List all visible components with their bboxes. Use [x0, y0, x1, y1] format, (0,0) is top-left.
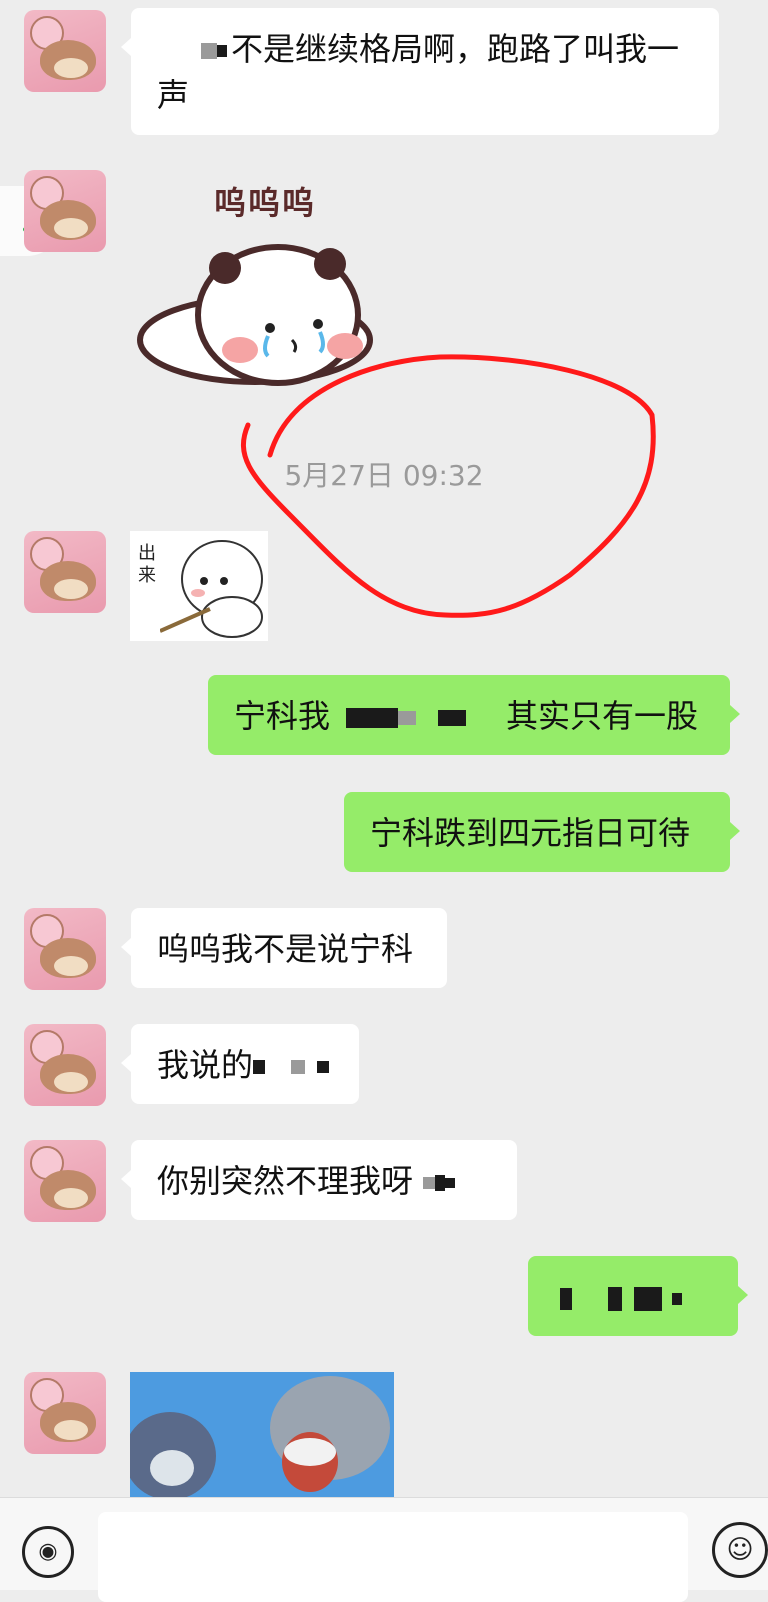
message-text: 宁科跌到四元指日可待: [370, 814, 691, 852]
message-input[interactable]: [98, 1512, 688, 1602]
sticker-caption: 呜呜呜: [214, 184, 317, 222]
sticker-caption: 出来: [138, 543, 156, 586]
bear-sticker[interactable]: 出来: [130, 531, 268, 641]
emoji-icon: ☺: [726, 1535, 754, 1565]
avatar[interactable]: [24, 1024, 106, 1106]
message-bubble[interactable]: 宁科跌到四元指日可待: [344, 792, 740, 872]
voice-button[interactable]: ◉: [22, 1526, 74, 1578]
message-bubble[interactable]: 呜呜我不是说宁科: [121, 908, 447, 988]
message-bubble[interactable]: 宁科我 其实只有一股: [208, 675, 740, 755]
emoji-button[interactable]: ☺: [712, 1522, 768, 1578]
message-text: 呜呜我不是说宁科: [157, 930, 414, 968]
message-bubble[interactable]: [528, 1256, 748, 1336]
voice-icon: ◉: [38, 1539, 58, 1564]
avatar[interactable]: [24, 170, 106, 252]
message-text: 不是继续格局啊，跑路了叫我一声: [157, 30, 680, 114]
red-circle-annotation: [241, 354, 656, 618]
avatar[interactable]: [24, 1140, 106, 1222]
message-text: 其实只有一股: [506, 697, 699, 735]
avatar[interactable]: [24, 10, 106, 92]
chat-input-bar: ◉ ☺: [0, 1497, 768, 1602]
message-text: 宁科我: [234, 697, 331, 735]
message-bubble[interactable]: 不是继续格局啊，跑路了叫我一声: [121, 8, 719, 135]
avatar[interactable]: [24, 531, 106, 613]
avatar[interactable]: [24, 908, 106, 990]
message-bubble[interactable]: 你别突然不理我呀: [121, 1140, 517, 1220]
cartoon-image[interactable]: [130, 1372, 394, 1500]
avatar[interactable]: [24, 1372, 106, 1454]
message-text: 我说的: [157, 1046, 254, 1084]
message-bubble[interactable]: 我说的: [121, 1024, 359, 1104]
message-text: 你别突然不理我呀: [157, 1162, 414, 1200]
